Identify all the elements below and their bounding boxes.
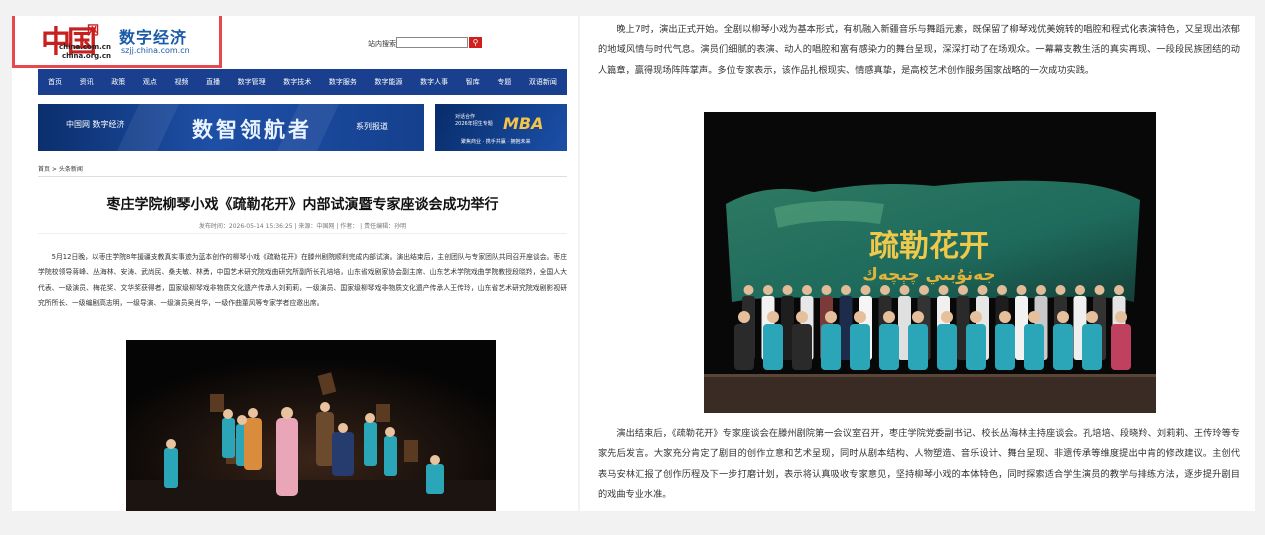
banner-mba-line1a: 对话合作 — [455, 114, 476, 120]
performer-head — [912, 311, 924, 323]
performer-figure — [821, 324, 841, 370]
nav-item[interactable]: 数字技术 — [283, 77, 311, 87]
performer-head — [941, 311, 953, 323]
divider — [38, 233, 567, 234]
performer-figure — [1053, 324, 1073, 370]
guest-head — [821, 285, 832, 295]
performer-head — [999, 311, 1011, 323]
performer-head — [825, 311, 837, 323]
nav-item[interactable]: 直播 — [206, 77, 220, 87]
site-name: 数字经济 — [119, 28, 188, 47]
site-url: szjj.china.com.cn — [121, 46, 190, 55]
site-logo[interactable]: 中国 网 china.com.cn china.org.cn 数字经济 szjj… — [12, 16, 222, 68]
guest-head — [1016, 285, 1027, 295]
performer-figure — [937, 324, 957, 370]
guest-head — [958, 285, 968, 295]
guest-head — [860, 285, 871, 295]
performer-figure — [763, 324, 783, 370]
guest-head — [763, 285, 773, 295]
nav-item[interactable]: 资讯 — [80, 77, 94, 87]
performer-head — [1086, 311, 1098, 323]
logo-domain-org: china.org.cn — [62, 52, 111, 60]
guest-head — [782, 285, 793, 295]
performer-head — [883, 311, 895, 323]
guest-head — [841, 285, 851, 295]
performer-figure — [995, 324, 1015, 370]
group-photo-drawing: 疏勒花开 جەنۇبىي چېچەك — [704, 112, 1156, 413]
guest-head — [899, 285, 910, 295]
nav-item[interactable]: 首页 — [48, 77, 62, 87]
performer-head — [970, 311, 982, 323]
logo-domain-com: china.com.cn — [59, 43, 111, 51]
guest-head — [880, 285, 890, 295]
performer-head — [738, 311, 750, 323]
guest-head — [1094, 285, 1105, 295]
main-nav: 首页 资讯 政策 观点 视频 直播 数字管理 数字技术 数字服务 数字能源 数字人事 智库 专题 双语新闻 — [38, 69, 567, 95]
article-page-left: 中国 网 china.com.cn china.org.cn 数字经济 szjj… — [12, 16, 578, 511]
guest-head — [1075, 285, 1085, 295]
nav-item[interactable]: 数字服务 — [329, 77, 357, 87]
photo-group-curtain-call: 疏勒花开 جەنۇبىي چېچەك — [704, 112, 1156, 413]
performer-head — [796, 311, 808, 323]
article-paragraph-2: 晚上7时，演出正式开始。全剧以柳琴小戏为基本形式，有机融入新疆音乐与舞蹈元素，既… — [598, 24, 1240, 76]
banner-digital-navigator[interactable]: 中国网 数字经济 数智领航者 系列报道 — [38, 104, 424, 151]
performer-head — [1028, 311, 1040, 323]
performer-head — [854, 311, 866, 323]
performer-head — [1057, 311, 1069, 323]
banner-logo: 中国网 数字经济 — [66, 120, 125, 129]
banner-mba-title: MBA — [503, 114, 544, 133]
guest-head — [802, 285, 812, 295]
article-page-right: 晚上7时，演出正式开始。全剧以柳琴小戏为基本形式，有机融入新疆音乐与舞蹈元素，既… — [580, 16, 1255, 511]
performer-head — [767, 311, 779, 323]
performer-head — [1115, 311, 1127, 323]
banner-mba-caption: 聚焦商业 · 携手共赢 · 拥抱未来 — [461, 139, 531, 145]
nav-item[interactable]: 专题 — [497, 77, 511, 87]
nav-item[interactable]: 数字管理 — [238, 77, 266, 87]
photo-stage-performance — [126, 340, 496, 511]
search-label: 站内搜索 — [368, 40, 396, 48]
banner-title: 数智领航者 — [192, 118, 312, 142]
stage-photo-drawing — [126, 340, 496, 511]
performer-figure — [966, 324, 986, 370]
nav-item[interactable]: 观点 — [143, 77, 157, 87]
divider — [38, 176, 567, 177]
performer-figure — [792, 324, 812, 370]
article-paragraph-1: 5月12日晚，以枣庄学院8年援疆支教真实事迹为蓝本创作的柳琴小戏《疏勒花开》在滕… — [38, 253, 567, 307]
performer-figure — [734, 324, 754, 370]
guest-head — [938, 285, 949, 295]
banner-subtitle: 系列报道 — [356, 122, 388, 131]
performer-figure — [1082, 324, 1102, 370]
guest-head — [743, 285, 754, 295]
search-icon[interactable]: ⚲ — [469, 37, 482, 48]
performer-figure — [850, 324, 870, 370]
nav-item[interactable]: 政策 — [111, 77, 125, 87]
guest-head — [919, 285, 929, 295]
nav-item[interactable]: 双语新闻 — [529, 77, 557, 87]
logo-wang-char: 网 — [87, 23, 100, 37]
nav-item[interactable]: 数字人事 — [420, 77, 448, 87]
performer-figure — [908, 324, 928, 370]
guest-head — [997, 285, 1007, 295]
guest-head — [1055, 285, 1066, 295]
banner-mba-line1: 对话合作 2026年招生专题 — [455, 114, 493, 128]
guest-head — [1114, 285, 1124, 295]
article-paragraph-3: 演出结束后，《疏勒花开》专家座谈会在滕州剧院第一会议室召开，枣庄学院党委副书记、… — [598, 428, 1240, 500]
nav-item[interactable]: 数字能源 — [374, 77, 402, 87]
banner-mba[interactable]: 对话合作 2026年招生专题 MBA 聚焦商业 · 携手共赢 · 拥抱未来 — [435, 104, 567, 151]
performer-figure — [1024, 324, 1044, 370]
nav-item[interactable]: 智库 — [466, 77, 480, 87]
guest-head — [1036, 285, 1046, 295]
breadcrumb[interactable]: 首页 > 头条新闻 — [38, 164, 83, 173]
stage-uyghur-text: جەنۇبىي چېچەك — [862, 265, 995, 285]
nav-item[interactable]: 视频 — [174, 77, 188, 87]
stage-title-text: 疏勒花开 — [869, 229, 989, 264]
performer-figure — [879, 324, 899, 370]
article-title: 枣庄学院柳琴小戏《疏勒花开》内部试演暨专家座谈会成功举行 — [106, 197, 499, 213]
article-meta: 发布时间：2026-05-14 15:36:25 | 来源：中国网 | 作者： … — [198, 223, 407, 230]
guest-head — [977, 285, 988, 295]
performer-figure — [1111, 324, 1131, 370]
banner-mba-line1b: 2026年招生专题 — [455, 121, 493, 127]
search-input[interactable] — [396, 37, 468, 48]
